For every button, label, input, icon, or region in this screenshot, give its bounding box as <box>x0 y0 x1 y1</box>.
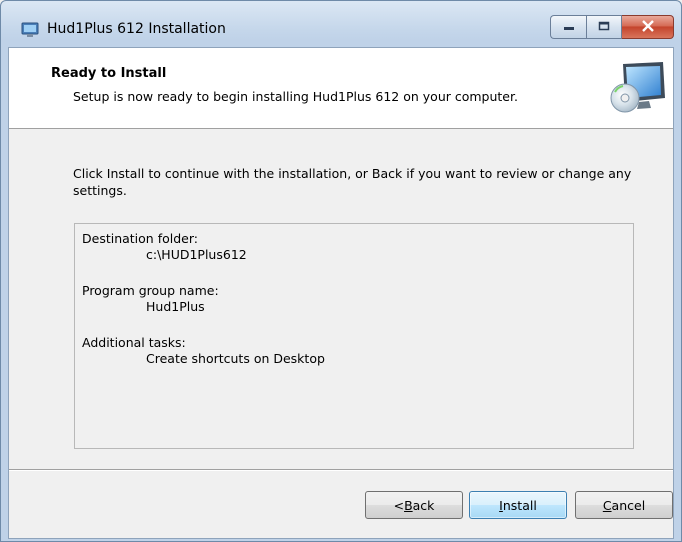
minimize-icon <box>563 21 575 33</box>
title-bar[interactable]: Hud1Plus 612 Installation <box>1 1 681 47</box>
back-button-prefix: < <box>393 497 405 513</box>
back-button-accel: B <box>404 497 413 513</box>
program-group-label: Program group name: <box>82 283 219 298</box>
maximize-icon <box>598 21 610 33</box>
destination-value: c:\HUD1Plus612 <box>146 247 247 262</box>
caption-buttons <box>550 15 674 39</box>
cancel-button[interactable]: Cancel <box>575 491 673 519</box>
installer-window: Hud1Plus 612 Installation Ready to Insta… <box>0 0 682 542</box>
install-disc-monitor-icon <box>609 58 667 116</box>
minimize-button[interactable] <box>550 15 586 39</box>
page-subtitle: Setup is now ready to begin installing H… <box>73 89 518 104</box>
ready-memo[interactable]: Destination folder: c:\HUD1Plus612 Progr… <box>74 223 634 449</box>
install-button[interactable]: Install <box>469 491 567 519</box>
maximize-button[interactable] <box>586 15 622 39</box>
close-icon <box>641 19 655 35</box>
wizard-client-area: Ready to Install Setup is now ready to b… <box>8 47 674 539</box>
wizard-header: Ready to Install Setup is now ready to b… <box>9 48 673 129</box>
intro-text: Click Install to continue with the insta… <box>73 166 632 198</box>
window-title: Hud1Plus 612 Installation <box>47 21 226 37</box>
additional-tasks-value: Create shortcuts on Desktop <box>146 351 325 366</box>
destination-label: Destination folder: <box>82 231 198 246</box>
install-button-rest: nstall <box>502 497 537 513</box>
back-button-rest: ack <box>412 497 435 513</box>
program-group-value: Hud1Plus <box>146 299 205 314</box>
button-separator <box>9 469 673 471</box>
installer-app-icon <box>21 22 39 38</box>
back-button[interactable]: < Back <box>365 491 463 519</box>
additional-tasks-label: Additional tasks: <box>82 335 186 350</box>
cancel-button-accel: C <box>602 497 612 513</box>
page-title: Ready to Install <box>51 66 167 81</box>
close-button[interactable] <box>622 15 674 39</box>
cancel-button-rest: ancel <box>611 497 646 513</box>
